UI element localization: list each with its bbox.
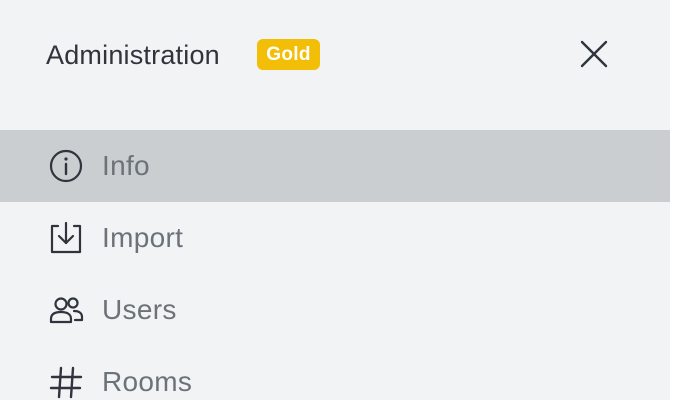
admin-nav: Info Import Users Rooms	[0, 130, 670, 400]
close-button[interactable]	[571, 31, 617, 77]
sidebar-item-rooms[interactable]: Rooms	[0, 346, 670, 400]
sidebar-item-info[interactable]: Info	[0, 130, 670, 202]
sidebar-item-label: Import	[102, 222, 184, 253]
plan-badge: Gold	[257, 39, 320, 70]
panel-edge	[670, 0, 674, 400]
hash-icon	[49, 366, 83, 399]
sidebar-item-users[interactable]: Users	[0, 274, 670, 346]
sidebar-item-import[interactable]: Import	[0, 202, 670, 274]
sidebar-header: Administration Gold	[0, 0, 670, 110]
close-icon	[580, 40, 608, 68]
users-icon	[49, 297, 84, 324]
sidebar-title: Administration	[46, 40, 220, 70]
import-icon	[50, 221, 82, 254]
info-icon	[49, 149, 83, 183]
sidebar-item-label: Rooms	[102, 366, 193, 397]
sidebar-item-label: Users	[102, 294, 177, 325]
administration-sidebar: Administration Gold Info Import Users Ro…	[0, 0, 670, 400]
sidebar-item-label: Info	[102, 150, 150, 181]
